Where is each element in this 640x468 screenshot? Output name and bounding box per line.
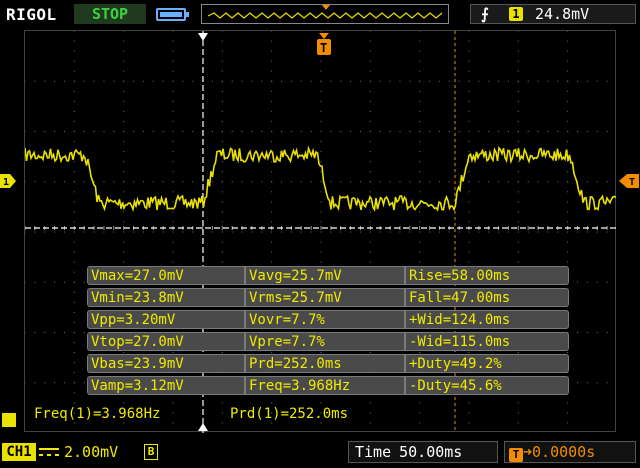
time-per-div: 50.00ms <box>399 443 463 461</box>
measurement-row: Vpp=3.20mV Vovr=7.7% +Wid=124.0ms <box>87 310 569 330</box>
meas-pos-duty: +Duty=49.2% <box>405 354 569 373</box>
trigger-level: 24.8mV <box>535 5 590 23</box>
measurement-row: Vbas=23.9mV Prd=252.0ms +Duty=49.2% <box>87 354 569 374</box>
battery-icon <box>156 8 189 21</box>
meas-period: Prd=252.0ms <box>245 354 405 373</box>
timebase-panel[interactable]: Time 50.00ms <box>348 441 498 463</box>
counter-period: Prd(1)=252.0ms <box>230 406 349 422</box>
svg-text:T: T <box>320 41 327 55</box>
trigger-source-badge: 1 <box>509 7 523 21</box>
measurement-row: Vmax=27.0mV Vavg=25.7mV Rise=58.00ms <box>87 266 569 286</box>
trigger-offset-icon: T <box>509 448 523 462</box>
ch1-bottom-marker-icon <box>2 413 16 427</box>
meas-pos-width: +Wid=124.0ms <box>405 310 569 329</box>
trigger-offset-value: 0.0000s <box>532 443 596 461</box>
meas-neg-width: -Wid=115.0ms <box>405 332 569 351</box>
rising-edge-icon: ⨍ <box>481 5 489 23</box>
meas-vovr: Vovr=7.7% <box>245 310 405 329</box>
top-status-bar: RIGOL STOP ⨍ 1 24.8mV <box>0 0 640 28</box>
trigger-panel[interactable]: ⨍ 1 24.8mV <box>470 4 636 24</box>
meas-vpre: Vpre=7.7% <box>245 332 405 351</box>
meas-vamp: Vamp=3.12mV <box>87 376 245 395</box>
bandwidth-limit-badge: B <box>144 444 158 460</box>
trigger-level-marker[interactable]: T <box>619 174 639 188</box>
ch1-offset-marker[interactable]: 1 <box>0 174 16 188</box>
meas-vbas: Vbas=23.9mV <box>87 354 245 373</box>
meas-frequency: Freq=3.968Hz <box>245 376 405 395</box>
measurement-row: Vtop=27.0mV Vpre=7.7% -Wid=115.0ms <box>87 332 569 352</box>
meas-neg-duty: -Duty=45.6% <box>405 376 569 395</box>
counter-frequency: Freq(1)=3.968Hz <box>34 406 161 422</box>
volts-per-div[interactable]: 2.00mV <box>64 443 118 461</box>
svg-text:T: T <box>629 177 635 188</box>
memory-waveform-preview <box>207 5 443 19</box>
time-label: Time <box>355 443 392 461</box>
brand-logo: RIGOL <box>6 5 57 24</box>
meas-vmax: Vmax=27.0mV <box>87 266 245 285</box>
measurement-row: Vamp=3.12mV Freq=3.968Hz -Duty=45.6% <box>87 376 569 396</box>
measurement-row: Vmin=23.8mV Vrms=25.7mV Fall=47.00ms <box>87 288 569 308</box>
svg-text:1: 1 <box>3 177 9 188</box>
trigger-offset-panel[interactable]: T ➜0.0000s <box>504 441 636 463</box>
dc-coupling-icon <box>39 448 59 456</box>
trigger-position-marker <box>322 5 330 10</box>
meas-vtop: Vtop=27.0mV <box>87 332 245 351</box>
meas-vavg: Vavg=25.7mV <box>245 266 405 285</box>
meas-vpp: Vpp=3.20mV <box>87 310 245 329</box>
meas-vmin: Vmin=23.8mV <box>87 288 245 307</box>
ch1-badge[interactable]: CH1 <box>2 443 36 461</box>
memory-depth-indicator[interactable] <box>201 4 449 24</box>
meas-fall: Fall=47.00ms <box>405 288 569 307</box>
offset-arrow-icon: ➜ <box>523 443 533 461</box>
meas-rise: Rise=58.00ms <box>405 266 569 285</box>
meas-vrms: Vrms=25.7mV <box>245 288 405 307</box>
run-stop-indicator[interactable]: STOP <box>74 4 146 24</box>
